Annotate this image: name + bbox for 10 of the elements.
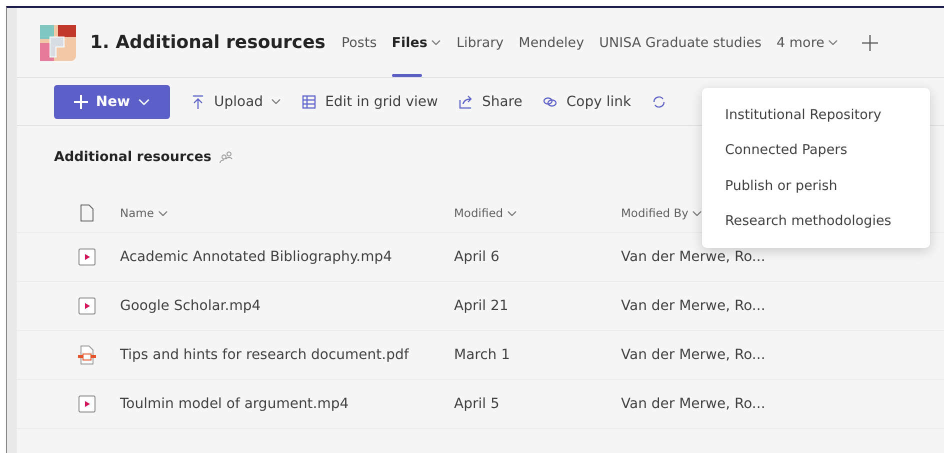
modified-by: Van der Merwe, Ro... (621, 396, 766, 412)
modified-date: March 1 (454, 347, 512, 363)
team-title: 1. Additional resources (90, 32, 326, 53)
folder-title: Additional resources (54, 149, 212, 165)
modified-date: April 21 (454, 298, 510, 314)
modified-by: Van der Merwe, Ro... (621, 249, 766, 265)
modified-date: April 5 (454, 396, 500, 412)
modified-by: Van der Merwe, Ro... (621, 347, 766, 363)
modified-date: April 6 (454, 249, 500, 265)
modified-by: Van der Merwe, Ro... (621, 298, 766, 314)
